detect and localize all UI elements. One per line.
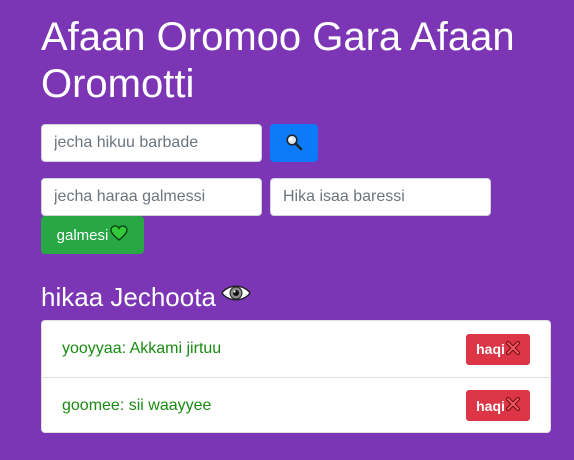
delete-button[interactable]: haqi: [466, 390, 530, 421]
search-button[interactable]: [270, 124, 318, 162]
meaning-input[interactable]: [270, 178, 491, 216]
list-item: goomee: sii waayyee haqi: [42, 377, 550, 433]
list-item: yooyyaa: Akkami jirtuu haqi: [42, 321, 550, 377]
eye-icon: [220, 280, 252, 313]
cross-mark-icon: [505, 397, 520, 414]
search-input[interactable]: [41, 124, 262, 162]
delete-button[interactable]: haqi: [466, 333, 530, 365]
green-heart-icon: [110, 225, 128, 245]
magnifier-icon: [285, 133, 303, 154]
words-heading-text: hikaa Jechoota: [41, 281, 216, 312]
words-list: yooyyaa: Akkami jirtuu haqi goomee: sii …: [41, 320, 551, 433]
words-heading: hikaa Jechoota: [41, 280, 252, 313]
page-title: Afaan Oromoo Gara Afaan Oromotti: [41, 15, 515, 106]
delete-label: haqi: [476, 397, 505, 414]
word-input[interactable]: [41, 178, 262, 216]
delete-label: haqi: [476, 341, 505, 357]
cross-mark-icon: [505, 340, 520, 358]
list-item-text: goomee: sii waayyee: [62, 396, 212, 414]
add-button-label: galmesi: [56, 226, 109, 244]
list-item-text: yooyyaa: Akkami jirtuu: [62, 340, 222, 357]
add-word-button[interactable]: galmesi: [41, 216, 144, 254]
